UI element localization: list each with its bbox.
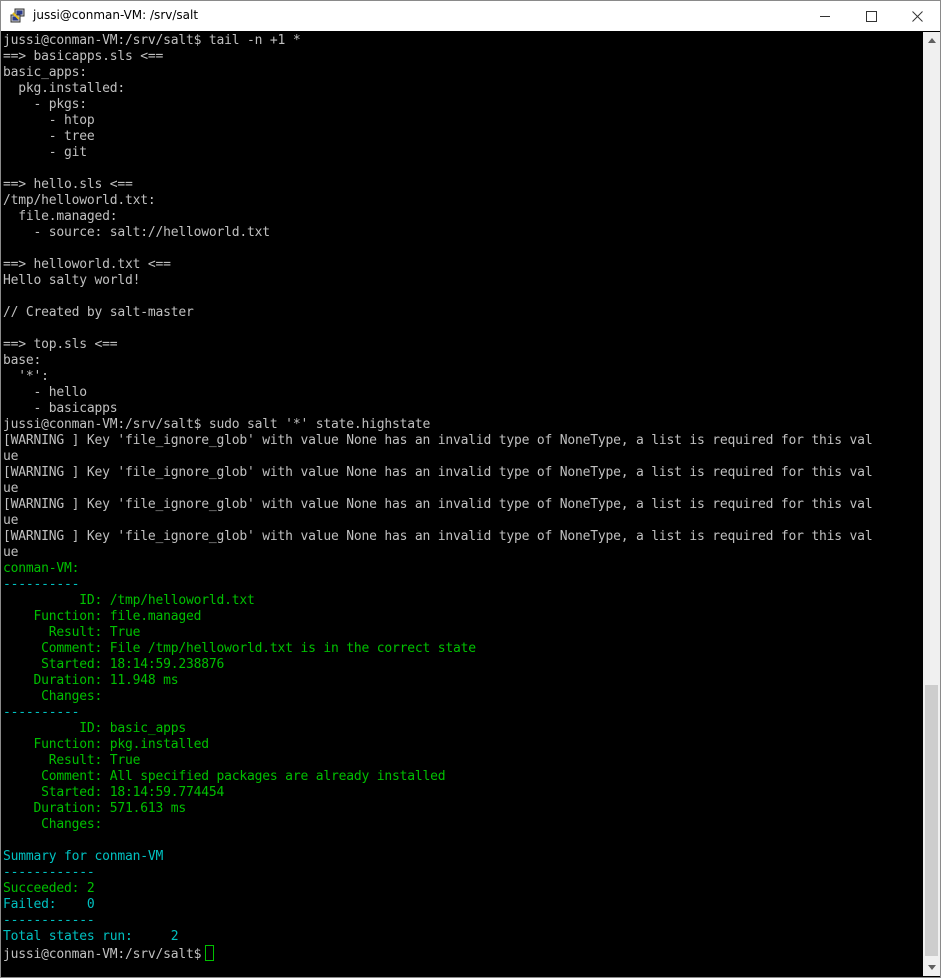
terminal-line: ------------ bbox=[3, 865, 95, 880]
terminal-line: Comment: All specified packages are alre… bbox=[3, 769, 446, 784]
maximize-icon bbox=[865, 10, 877, 22]
terminal-output[interactable]: jussi@conman-VM:/srv/salt$ tail -n +1 * =… bbox=[2, 32, 922, 976]
prompt-line[interactable]: jussi@conman-VM:/srv/salt$ bbox=[3, 945, 872, 962]
close-icon bbox=[911, 10, 923, 22]
terminal-line: Summary for conman-VM bbox=[3, 849, 164, 864]
title-bar[interactable]: jussi@conman-VM: /srv/salt bbox=[1, 1, 940, 31]
terminal-line: Result: True bbox=[3, 753, 141, 768]
terminal-line: [WARNING ] Key 'file_ignore_glob' with v… bbox=[3, 529, 873, 544]
terminal-line: Started: 18:14:59.238876 bbox=[3, 657, 225, 672]
terminal-line: - pkgs: bbox=[3, 97, 88, 112]
terminal-line: Function: pkg.installed bbox=[3, 737, 210, 752]
terminal-line: Hello salty world! bbox=[3, 273, 141, 288]
terminal-line: ID: basic_apps bbox=[3, 721, 187, 736]
terminal-line: - hello bbox=[3, 385, 88, 400]
terminal-line: - tree bbox=[3, 129, 95, 144]
putty-app-icon[interactable] bbox=[10, 8, 26, 24]
terminal-line: ==> hello.sls <== bbox=[3, 177, 133, 192]
terminal-line: - htop bbox=[3, 113, 95, 128]
terminal-line: Total states run: 2 bbox=[3, 929, 179, 944]
scroll-up-button[interactable] bbox=[923, 32, 940, 49]
putty-window: jussi@conman-VM: /srv/salt jussi@conman-… bbox=[0, 0, 941, 978]
terminal-line: /tmp/helloworld.txt: bbox=[3, 193, 156, 208]
terminal-lines: jussi@conman-VM:/srv/salt$ tail -n +1 * =… bbox=[3, 33, 873, 962]
terminal-line: // Created by salt-master bbox=[3, 305, 194, 320]
terminal-line: - basicapps bbox=[3, 401, 118, 416]
terminal-line: basic_apps: bbox=[3, 65, 87, 80]
scroll-thumb[interactable] bbox=[925, 685, 938, 956]
terminal-line: pkg.installed: bbox=[3, 81, 126, 96]
terminal-line: jussi@conman-VM:/srv/salt$ tail -n +1 * bbox=[3, 33, 301, 48]
terminal-line: ---------- bbox=[3, 705, 80, 720]
minimize-icon bbox=[819, 15, 830, 17]
terminal-line: Function: file.managed bbox=[3, 609, 202, 624]
terminal-line: Started: 18:14:59.774454 bbox=[3, 785, 225, 800]
terminal-line: [WARNING ] Key 'file_ignore_glob' with v… bbox=[3, 465, 873, 480]
terminal-line: - git bbox=[3, 145, 87, 160]
terminal-line: ue bbox=[3, 481, 19, 496]
close-button[interactable] bbox=[894, 1, 940, 31]
terminal-line: Comment: File /tmp/helloworld.txt is in … bbox=[3, 641, 476, 656]
terminal-line: [WARNING ] Key 'file_ignore_glob' with v… bbox=[3, 433, 873, 448]
terminal-line: ue bbox=[3, 449, 19, 464]
terminal-line: base: bbox=[3, 353, 42, 368]
terminal-line: ------------ bbox=[3, 913, 95, 928]
terminal-line: [WARNING ] Key 'file_ignore_glob' with v… bbox=[3, 497, 873, 512]
arrow-up-icon bbox=[927, 38, 936, 43]
terminal-line: Failed: 0 bbox=[3, 897, 95, 912]
terminal-line: ==> helloworld.txt <== bbox=[3, 257, 171, 272]
scroll-down-button[interactable] bbox=[923, 959, 940, 976]
terminal-line: jussi@conman-VM:/srv/salt$ sudo salt '*'… bbox=[3, 417, 431, 432]
terminal-line: Succeeded: 2 bbox=[3, 881, 95, 896]
minimize-button[interactable] bbox=[802, 1, 848, 31]
maximize-button[interactable] bbox=[848, 1, 894, 31]
terminal-line: '*': bbox=[3, 369, 49, 384]
terminal-line: Changes: bbox=[3, 817, 103, 832]
terminal-line: Duration: 11.948 ms bbox=[3, 673, 179, 688]
terminal-line: ==> top.sls <== bbox=[3, 337, 118, 352]
text-cursor bbox=[205, 945, 215, 961]
terminal-line: ue bbox=[3, 513, 19, 528]
arrow-down-icon bbox=[927, 965, 936, 970]
vertical-scrollbar[interactable] bbox=[923, 32, 940, 976]
shell-prompt: jussi@conman-VM:/srv/salt$ bbox=[3, 947, 202, 962]
terminal-line: ue bbox=[3, 545, 19, 560]
terminal-line: Changes: bbox=[3, 689, 103, 704]
terminal-line: - source: salt://helloworld.txt bbox=[3, 225, 271, 240]
window-title: jussi@conman-VM: /srv/salt bbox=[33, 8, 199, 22]
terminal-line: ID: /tmp/helloworld.txt bbox=[3, 593, 255, 608]
terminal-line: file.managed: bbox=[3, 209, 118, 224]
terminal-line: ==> basicapps.sls <== bbox=[3, 49, 164, 64]
terminal-line: Duration: 571.613 ms bbox=[3, 801, 187, 816]
terminal-line: Result: True bbox=[3, 625, 141, 640]
terminal-line: conman-VM: bbox=[3, 561, 80, 576]
terminal-line: ---------- bbox=[3, 577, 80, 592]
